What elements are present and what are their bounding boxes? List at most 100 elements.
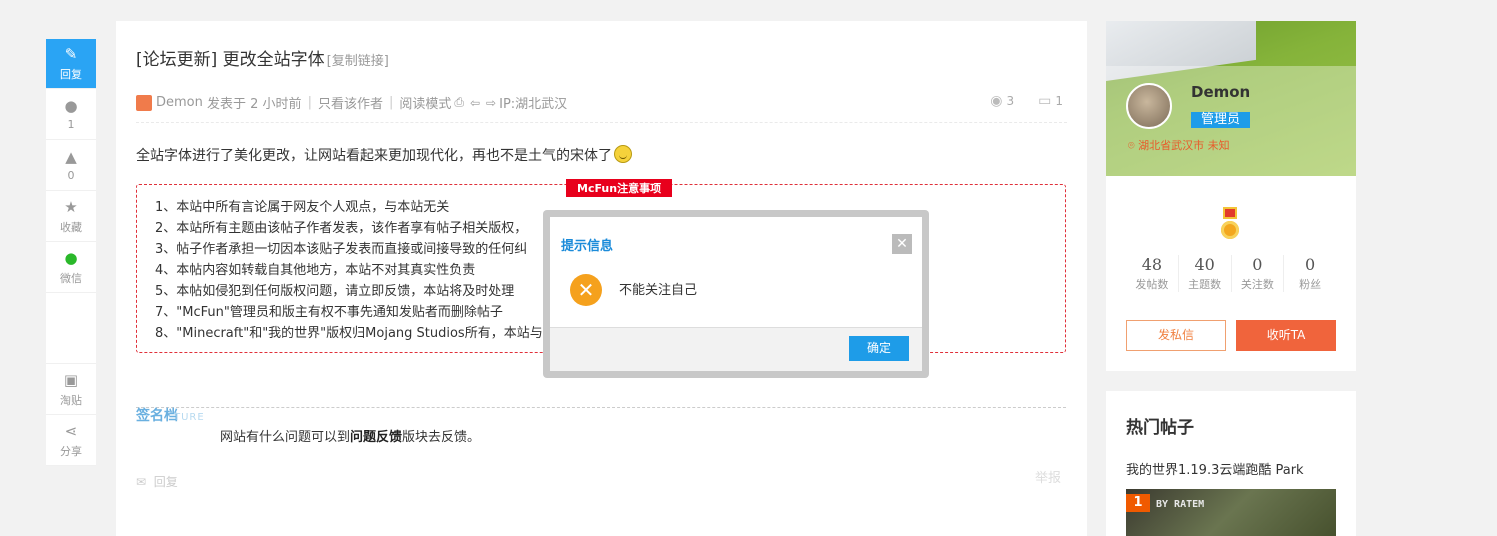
author-mini-avatar	[136, 94, 152, 111]
reply-link-label: 回复	[153, 475, 178, 489]
print-icon[interactable]: ⎙	[454, 95, 464, 110]
tao-label: 淘贴	[60, 393, 82, 407]
location-pin-icon: ⌾	[1128, 139, 1135, 152]
reply-link[interactable]: ✉ 回复	[136, 473, 178, 490]
replies-count: 1	[1055, 94, 1063, 108]
signature-title-sub: TURE	[174, 412, 205, 423]
wechat-label: 微信	[60, 271, 82, 285]
signature-text-after: 版块去反馈。	[402, 430, 481, 445]
eye-icon: ◉	[990, 93, 1003, 109]
report-link[interactable]: 举报	[1035, 467, 1061, 486]
favorite-side-button[interactable]: ★ 收藏	[46, 191, 96, 242]
tao-side-button[interactable]: ▣ 淘贴	[46, 364, 96, 415]
hot-posts-title: 热门帖子	[1126, 418, 1194, 438]
send-message-button[interactable]: 发私信	[1126, 320, 1226, 351]
side-action-bar: ✎ 回复 ● 1 ▲ 0 ★ 收藏 ● 微信 ▣ 淘贴 ⋖ 分享	[46, 39, 96, 466]
views-count: 3	[1006, 94, 1015, 108]
notice-item: 1、本站中所有言论属于网友个人观点，与本站无关	[155, 200, 450, 215]
share-icon: ⋖	[64, 421, 78, 440]
notice-item: 3、帖子作者承担一切因本该贴子发表而直接或间接导致的任何纠	[155, 242, 528, 257]
alert-dialog-frame: 提示信息 ✕ ✕ 不能关注自己 确定	[543, 210, 929, 378]
stat-threads[interactable]: 40 主题数	[1179, 255, 1232, 292]
like-side-button[interactable]: ▲ 0	[46, 140, 96, 191]
medal-icon[interactable]	[1221, 207, 1239, 241]
profile-location: ⌾ 湖北省武汉市 未知	[1128, 137, 1230, 153]
stat-label: 发帖数	[1135, 278, 1169, 291]
rank-badge: 1	[1126, 494, 1150, 512]
stat-number: 0	[1305, 255, 1316, 274]
signature-title-text: 签名档	[136, 408, 178, 424]
close-icon[interactable]: ✕	[892, 234, 912, 254]
next-arrow-icon[interactable]: ⇨	[486, 96, 496, 110]
follow-button[interactable]: 收听TA	[1236, 320, 1336, 351]
profile-stats: 48 发帖数 40 主题数 0 关注数 0 粉丝	[1126, 255, 1336, 292]
reply-side-button[interactable]: ✎ 回复	[46, 39, 96, 89]
ip-location: IP:湖北武汉	[499, 97, 568, 112]
mail-icon: ✉	[136, 475, 147, 489]
signature-text: 网站有什么问题可以到问题反馈版块去反馈。	[220, 426, 480, 445]
signature-divider	[136, 407, 1066, 408]
stat-label: 主题数	[1188, 278, 1222, 291]
hot-post-link[interactable]: 我的世界1.19.3云端跑酷 Park	[1126, 459, 1304, 478]
signature-text-before: 网站有什么问题可以到	[220, 430, 351, 445]
hot-post-thumbnail[interactable]: 1 BY RATEM	[1126, 489, 1336, 536]
notice-list: 1、本站中所有言论属于网友个人观点，与本站无关 2、本站所有主题由该帖子作者发表…	[155, 197, 543, 344]
smile-emoji-icon	[614, 145, 632, 163]
ok-button[interactable]: 确定	[849, 336, 909, 361]
role-badge: 管理员	[1191, 112, 1251, 128]
dialog-message: 不能关注自己	[619, 283, 698, 298]
comment-icon: ●	[64, 97, 78, 115]
medal-ribbon	[1223, 207, 1237, 219]
stat-following[interactable]: 0 关注数	[1232, 255, 1285, 292]
wechat-side-button[interactable]: ● 微信	[46, 242, 96, 293]
profile-username[interactable]: Demon	[1191, 83, 1250, 101]
notice-item: 7、"McFun"管理员和版主有权不事先通知发贴者而删除帖子	[155, 305, 503, 320]
author-profile-card: Demon 管理员 ⌾ 湖北省武汉市 未知 48 发帖数 40 主题数 0 关注…	[1106, 21, 1356, 371]
error-icon: ✕	[570, 274, 602, 306]
dialog-footer: 确定	[550, 327, 922, 371]
comments-side-button[interactable]: ● 1	[46, 89, 96, 140]
wechat-icon: ●	[64, 248, 78, 267]
avatar[interactable]	[1126, 83, 1172, 129]
meta-separator: |	[388, 95, 394, 110]
alert-dialog: 提示信息 ✕ ✕ 不能关注自己 确定	[550, 217, 922, 371]
feedback-link[interactable]: 问题反馈	[350, 430, 402, 445]
favorite-label: 收藏	[60, 220, 82, 234]
stat-fans[interactable]: 0 粉丝	[1284, 255, 1336, 292]
post-title: [论坛更新] 更改全站字体 [复制链接]	[136, 45, 389, 70]
location-text: 湖北省武汉市 未知	[1138, 139, 1230, 152]
stat-label: 关注数	[1240, 278, 1274, 291]
only-author-link[interactable]: 只看该作者	[318, 93, 383, 112]
meta-divider	[136, 122, 1067, 123]
post-title-text: [论坛更新] 更改全站字体	[136, 50, 325, 70]
share-label: 分享	[60, 444, 82, 458]
share-side-button[interactable]: ⋖ 分享	[46, 415, 96, 466]
comment-icon: ▭	[1038, 93, 1052, 109]
medal-coin	[1221, 221, 1239, 239]
star-icon: ★	[64, 197, 78, 216]
reply-side-label: 回复	[60, 68, 82, 81]
author-name[interactable]: Demon	[156, 95, 203, 110]
dialog-title: 提示信息	[561, 239, 614, 254]
notice-item: 2、本站所有主题由该帖子作者发表，该作者享有帖子相关版权，	[155, 221, 528, 236]
copy-link[interactable]: [复制链接]	[327, 54, 389, 69]
post-time: 发表于 2 小时前	[207, 97, 302, 112]
post-body: 全站字体进行了美化更改，让网站看起来更加现代化，再也不是土气的宋体了	[136, 145, 632, 165]
post-meta: Demon 发表于 2 小时前 | 只看该作者 | 阅读模式 ⎙ ⇦ ⇨ IP:…	[136, 93, 567, 112]
edit-icon: ✎	[64, 45, 78, 63]
notice-item: 4、本帖内容如转载自其他地方，本站不对其真实性负责	[155, 263, 476, 278]
stat-posts[interactable]: 48 发帖数	[1126, 255, 1179, 292]
prev-arrow-icon[interactable]: ⇦	[470, 96, 480, 110]
hot-posts-card: 热门帖子 我的世界1.19.3云端跑酷 Park 1 BY RATEM	[1106, 391, 1356, 536]
notice-item: 5、本帖如侵犯到任何版权问题，请立即反馈，本站将及时处理	[155, 284, 515, 299]
thumbnail-caption: BY RATEM	[1156, 499, 1205, 510]
read-mode-link[interactable]: 阅读模式	[399, 93, 451, 112]
stat-number: 40	[1194, 255, 1215, 274]
notice-tag: McFun注意事项	[566, 179, 673, 197]
signature-title: 签名档TURE	[136, 405, 205, 425]
inbox-icon: ▣	[63, 370, 79, 389]
meta-separator: |	[307, 95, 312, 110]
post-stats: ◉ 3 ▭ 1	[966, 93, 1063, 109]
likes-count: 0	[67, 169, 75, 182]
stat-number: 48	[1141, 255, 1163, 274]
